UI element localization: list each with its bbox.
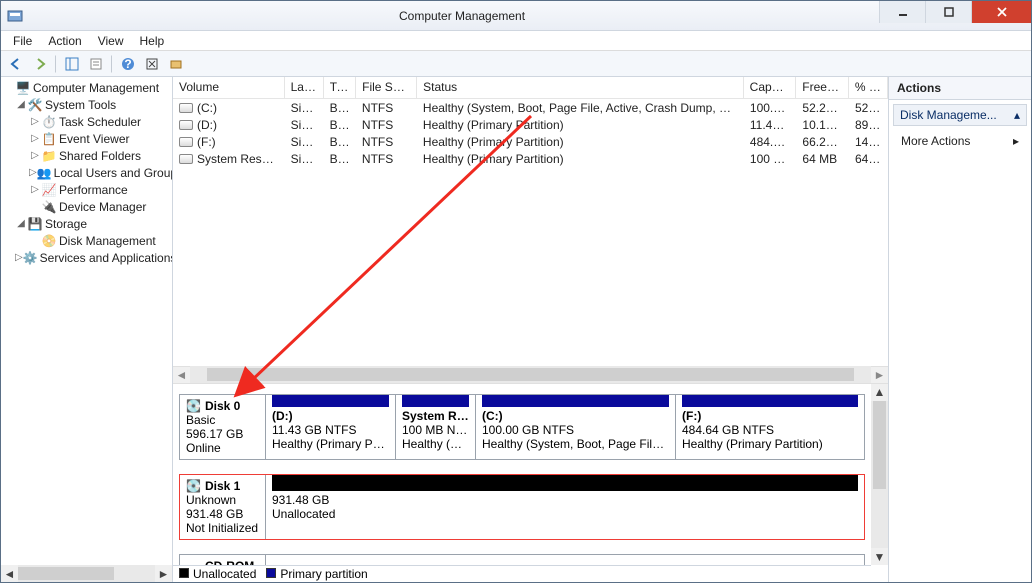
col-pct[interactable]: % Free [849,77,888,98]
minimize-button[interactable] [879,1,925,23]
disk-1-block[interactable]: 💽Disk 1 Unknown 931.48 GB Not Initialize… [179,474,865,540]
menubar: File Action View Help [1,31,1031,51]
legend: Unallocated Primary partition [173,565,871,582]
toolbar: ? [1,51,1031,77]
toolbar-separator [55,55,57,73]
tree-task-scheduler[interactable]: ▷⏱️Task Scheduler [1,113,172,130]
disk-0-info: 💽Disk 0 Basic 596.17 GB Online [180,395,266,459]
scroll-left-icon[interactable]: ◄ [1,565,18,582]
disk-icon: 💽 [186,399,201,413]
disk-v-scrollbar[interactable]: ▲ ▼ [871,384,888,566]
actions-more[interactable]: More Actions▸ [889,130,1031,152]
forward-button[interactable] [29,53,51,75]
drive-icon [179,137,193,147]
menu-view[interactable]: View [90,32,132,50]
back-button[interactable] [5,53,27,75]
actions-pane: Actions Disk Manageme...▴ More Actions▸ [889,77,1031,582]
disk-graphical-view[interactable]: 💽Disk 0 Basic 596.17 GB Online (D:)11.43… [173,383,888,583]
drive-icon [179,120,193,130]
partition-status: Unallocated [272,507,858,521]
disk-0-block[interactable]: 💽Disk 0 Basic 596.17 GB Online (D:)11.43… [179,394,865,460]
settings-button[interactable] [165,53,187,75]
window-title: Computer Management [399,9,525,23]
properties-button[interactable] [85,53,107,75]
volume-row[interactable]: (C:)SimpleBasicNTFSHealthy (System, Boot… [173,99,888,116]
drive-icon [179,154,193,164]
legend-unallocated: Unallocated [179,567,256,581]
col-capacity[interactable]: Capacity [744,77,797,98]
partition[interactable]: (F:)484.64 GB NTFSHealthy (Primary Parti… [676,395,864,459]
scroll-right-icon[interactable]: ► [871,366,888,383]
tree-h-scrollbar[interactable]: ◄ ► [1,565,172,582]
volume-row[interactable]: (F:)SimpleBasicNTFSHealthy (Primary Part… [173,133,888,150]
menu-help[interactable]: Help [132,32,173,50]
disk-1-info: 💽Disk 1 Unknown 931.48 GB Not Initialize… [180,475,266,539]
volume-row[interactable]: (D:)SimpleBasicNTFSHealthy (Primary Part… [173,116,888,133]
drive-icon [179,103,193,113]
partition[interactable]: (D:)11.43 GB NTFSHealthy (Primary Partit… [266,395,396,459]
tree-performance[interactable]: ▷📈Performance [1,181,172,198]
tree-system-tools[interactable]: ◢🛠️System Tools [1,96,172,113]
col-status[interactable]: Status [417,77,744,98]
titlebar: Computer Management [1,1,1031,31]
disk-icon: 💽 [186,479,201,493]
main-pane: Volume Layout Type File System Status Ca… [173,77,889,582]
scroll-up-icon[interactable]: ▲ [871,384,888,401]
tree-pane: 🖥️Computer Management ◢🛠️System Tools ▷⏱… [1,77,173,582]
actions-sub-header[interactable]: Disk Manageme...▴ [893,104,1027,126]
tree-local-users[interactable]: ▷👥Local Users and Groups [1,164,172,181]
volume-list-header[interactable]: Volume Layout Type File System Status Ca… [173,77,888,99]
tree-event-viewer[interactable]: ▷📋Event Viewer [1,130,172,147]
scroll-right-icon[interactable]: ► [155,565,172,582]
tree-storage[interactable]: ◢💾Storage [1,215,172,232]
svg-text:?: ? [124,57,131,71]
refresh-button[interactable] [141,53,163,75]
tree-device-manager[interactable]: 🔌Device Manager [1,198,172,215]
col-volume[interactable]: Volume [173,77,285,98]
collapse-icon: ▴ [1014,108,1020,122]
close-button[interactable] [971,1,1031,23]
partition[interactable]: System Rese100 MB NTFSHealthy (Prim [396,395,476,459]
app-icon [7,8,23,24]
tree-disk-management[interactable]: 📀Disk Management [1,232,172,249]
menu-action[interactable]: Action [40,32,89,50]
partition-size: 931.48 GB [272,493,858,507]
col-layout[interactable]: Layout [285,77,324,98]
volume-row[interactable]: System Reserved (E:)SimpleBasicNTFSHealt… [173,150,888,167]
menu-file[interactable]: File [5,32,40,50]
col-type[interactable]: Type [324,77,356,98]
help-button[interactable]: ? [117,53,139,75]
unallocated-bar [272,475,858,491]
volume-list[interactable]: (C:)SimpleBasicNTFSHealthy (System, Boot… [173,99,888,167]
submenu-icon: ▸ [1013,134,1019,148]
maximize-button[interactable] [925,1,971,23]
col-free[interactable]: Free Space [796,77,849,98]
volume-h-scrollbar[interactable]: ◄ ► [173,366,888,383]
partition[interactable]: (C:)100.00 GB NTFSHealthy (System, Boot,… [476,395,676,459]
actions-header: Actions [889,77,1031,100]
tree-root[interactable]: 🖥️Computer Management [1,79,172,96]
scroll-down-icon[interactable]: ▼ [871,548,888,565]
scroll-left-icon[interactable]: ◄ [173,366,190,383]
toolbar-separator [111,55,113,73]
col-fs[interactable]: File System [356,77,417,98]
legend-primary: Primary partition [266,567,367,581]
tree-services[interactable]: ▷⚙️Services and Applications [1,249,172,266]
tree-shared-folders[interactable]: ▷📁Shared Folders [1,147,172,164]
show-hide-tree-button[interactable] [61,53,83,75]
